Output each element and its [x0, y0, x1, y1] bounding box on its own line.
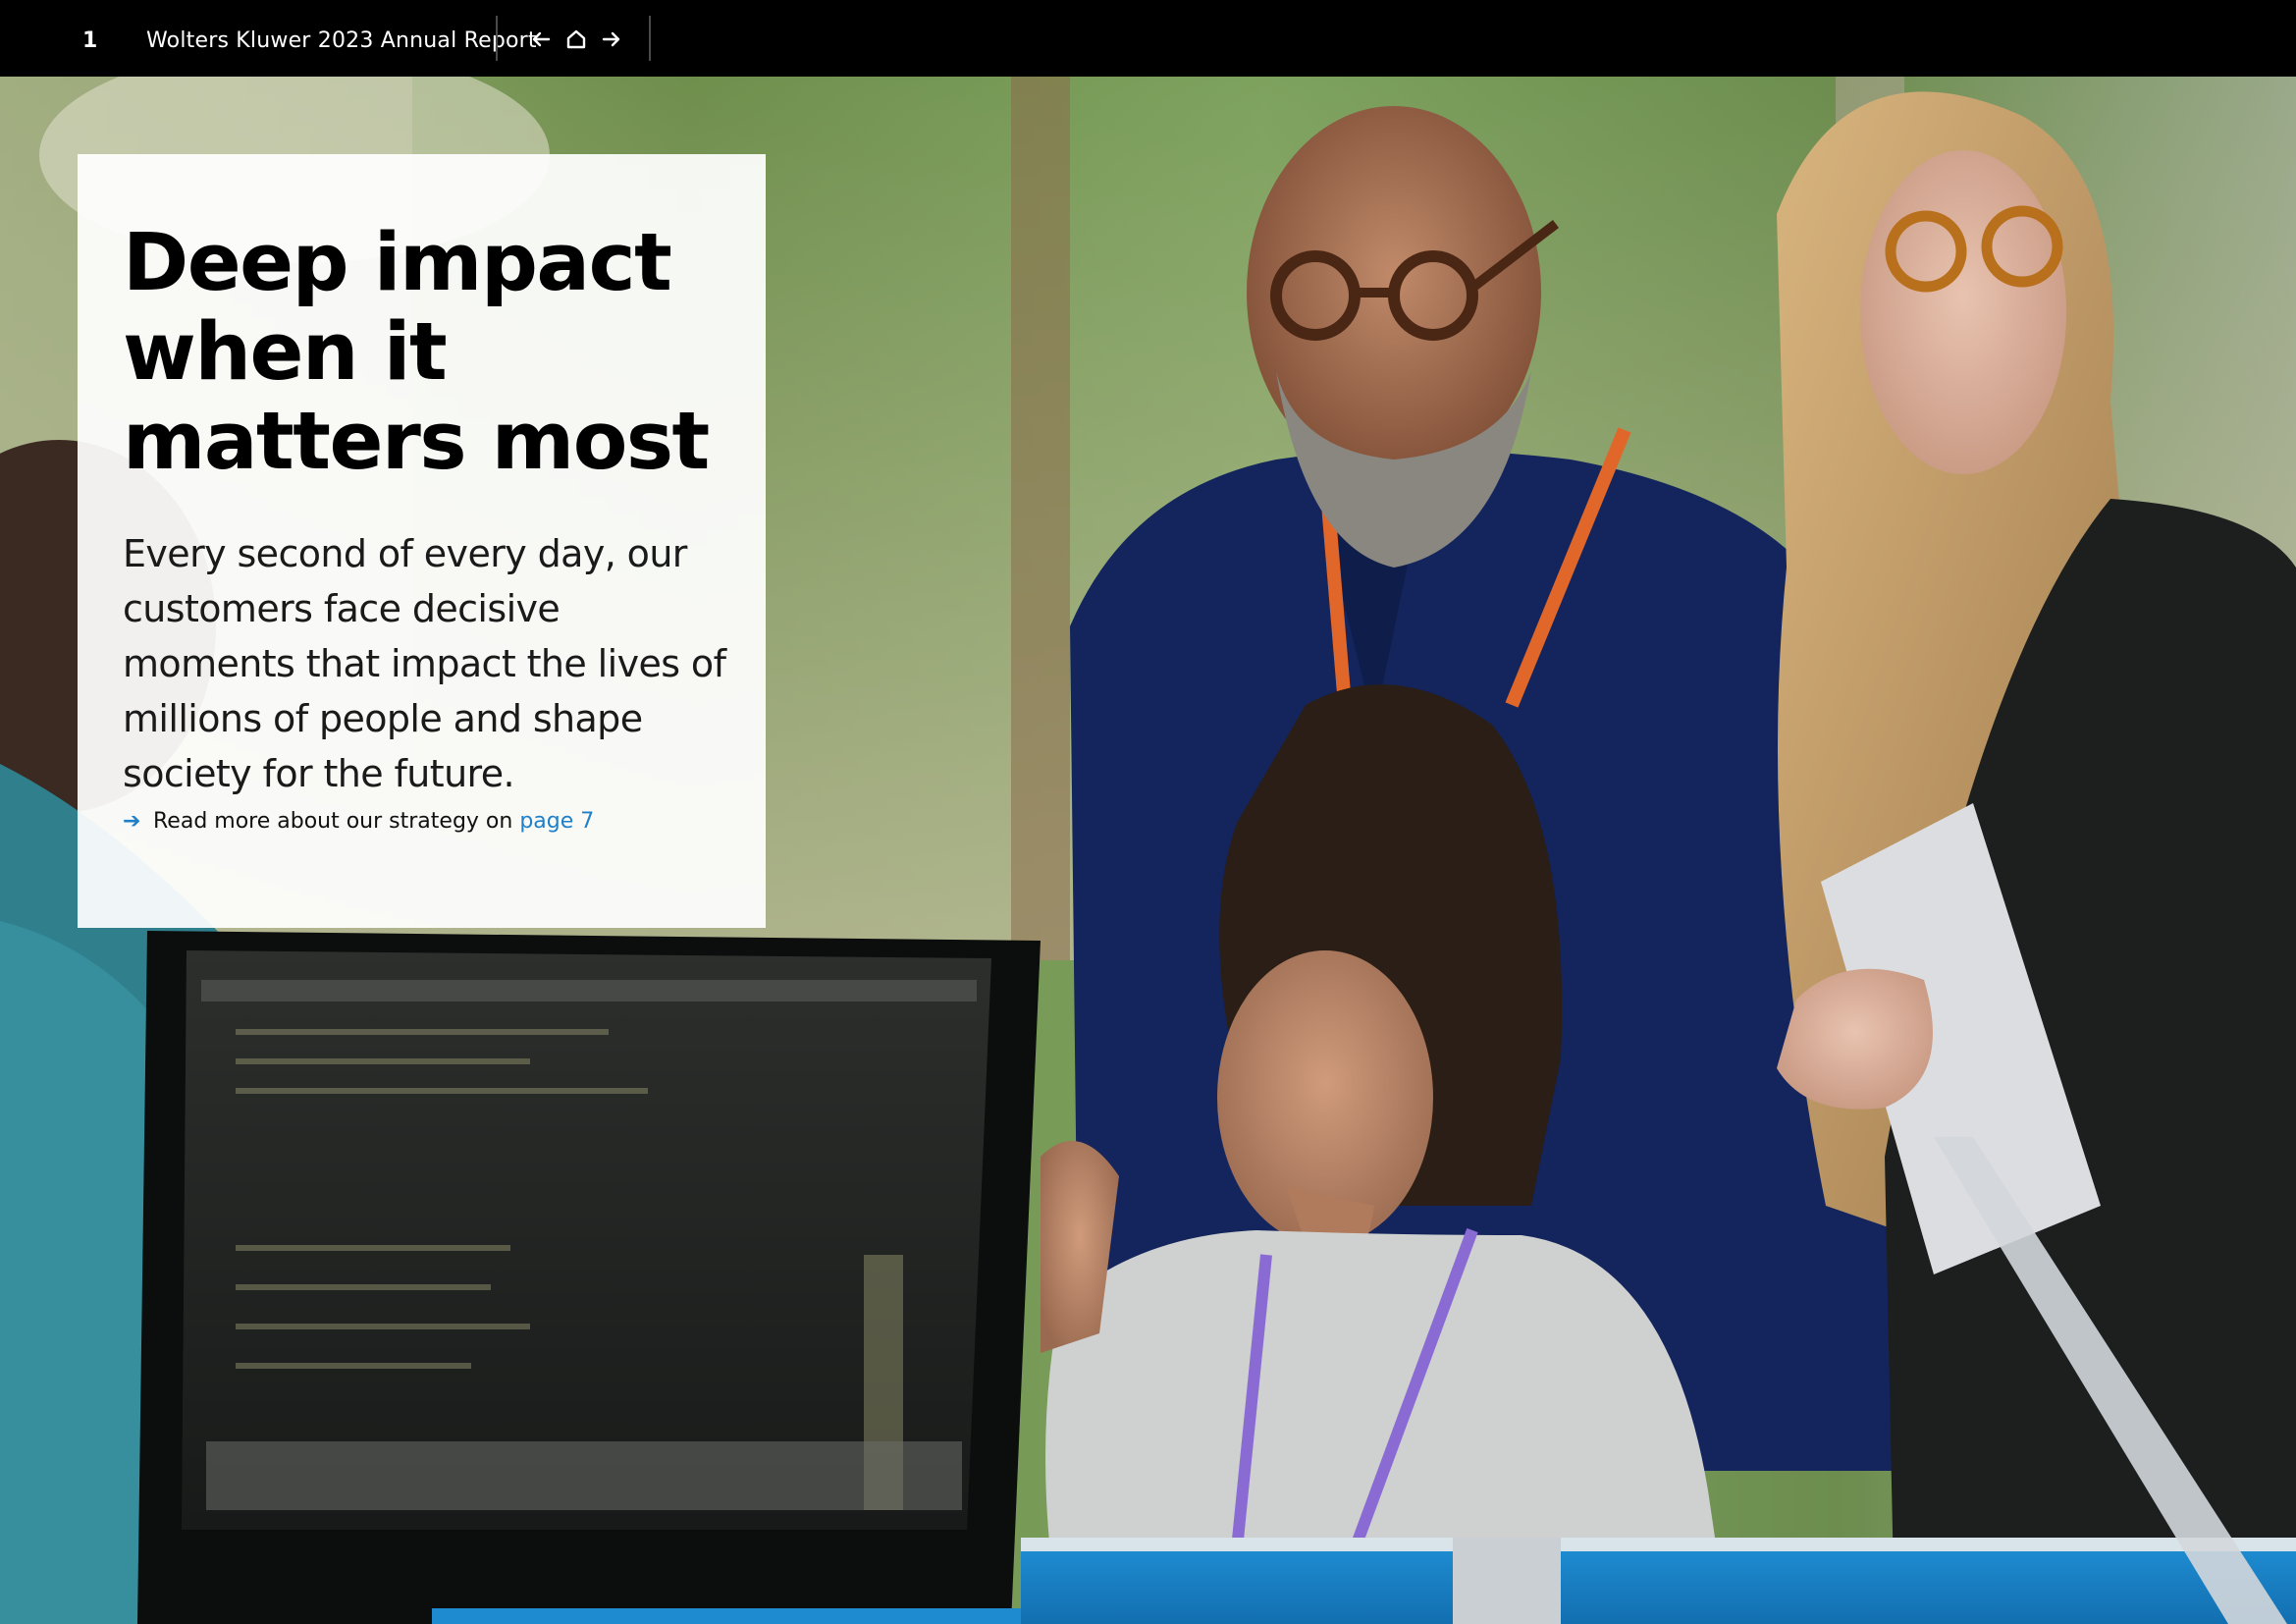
arrow-left-icon: [532, 31, 551, 47]
divider: [649, 16, 651, 61]
read-more-link[interactable]: ➔ Read more about our strategy on page 7: [123, 807, 594, 837]
page-number: 1: [82, 28, 98, 53]
report-title[interactable]: Wolters Kluwer 2023 Annual Report: [146, 27, 537, 56]
forward-button[interactable]: [597, 25, 626, 54]
headline: Deep impact when it matters most: [123, 217, 710, 488]
divider: [496, 16, 498, 61]
home-button[interactable]: [561, 25, 591, 54]
hero-text-panel: Deep impact when it matters most Every s…: [78, 154, 766, 928]
arrow-right-icon: [602, 31, 620, 47]
page-link[interactable]: page 7: [519, 809, 594, 834]
intro-text: Every second of every day, our customers…: [123, 532, 726, 795]
back-button[interactable]: [526, 25, 556, 54]
top-bar: 1 Wolters Kluwer 2023 Annual Report: [0, 0, 2296, 77]
read-more-text: Read more about our strategy on: [153, 809, 513, 834]
arrow-right-icon: ➔: [123, 809, 141, 834]
home-icon: [566, 29, 586, 49]
